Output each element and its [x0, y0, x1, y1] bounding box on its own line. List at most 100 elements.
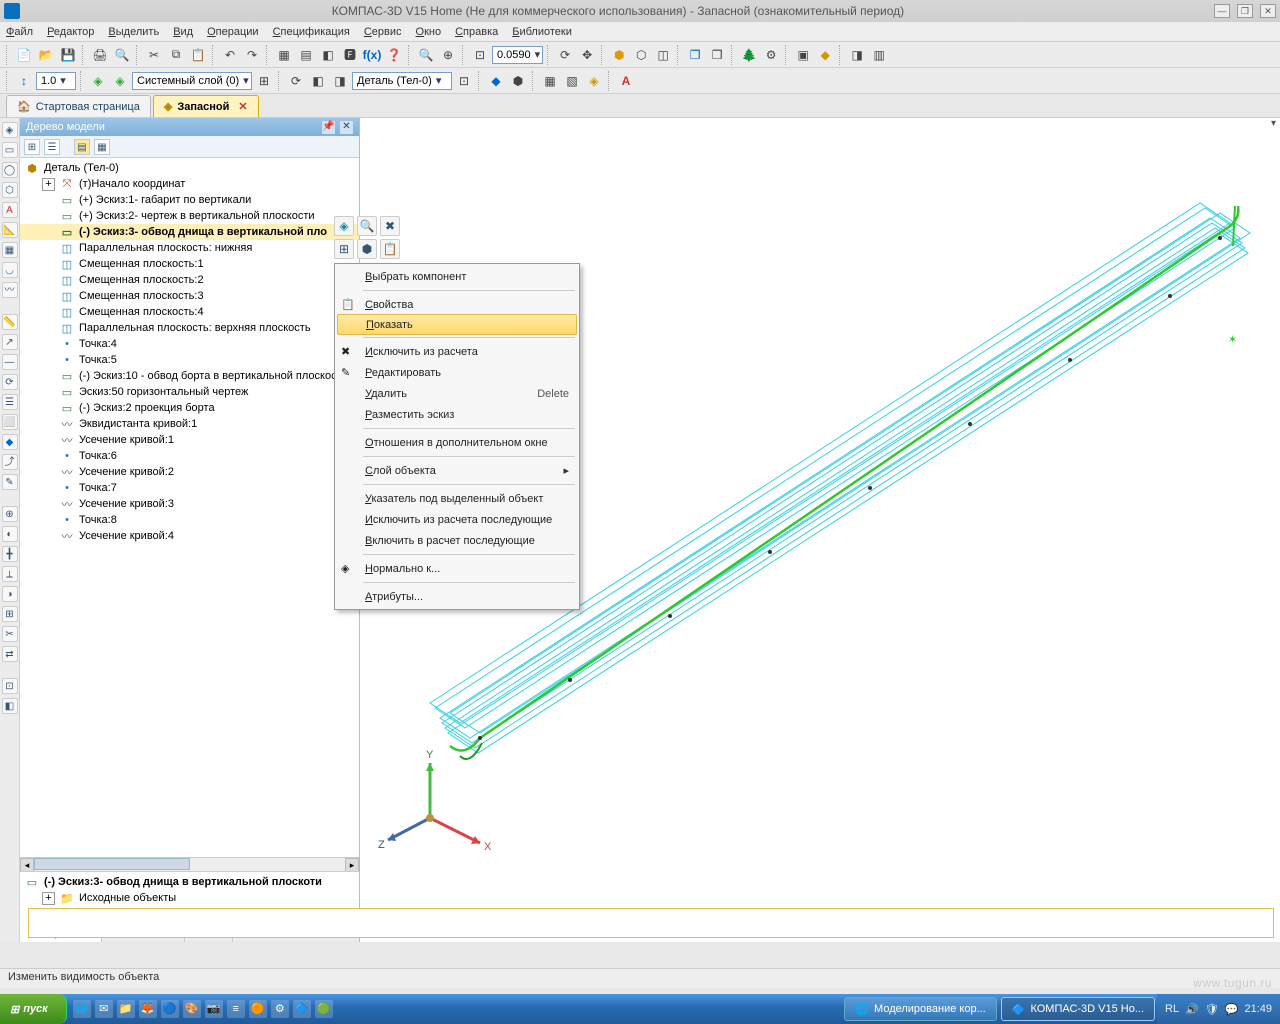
rail-tool-icon[interactable]: ⬜: [2, 414, 18, 430]
ql-icon[interactable]: 🔵: [161, 1000, 179, 1018]
tree-root[interactable]: ⬢Деталь (Тел-0): [20, 160, 359, 176]
zoom-fit-icon[interactable]: ⊡: [470, 45, 490, 65]
tool-icon[interactable]: ▤: [296, 45, 316, 65]
tray-icon[interactable]: 🔊: [1185, 1003, 1199, 1016]
context-menu-item[interactable]: Атрибуты...: [335, 586, 579, 607]
context-menu-item[interactable]: 📋Свойства: [335, 294, 579, 315]
context-menu-item[interactable]: Включить в расчет последующие: [335, 530, 579, 551]
rail-tool-icon[interactable]: 〰: [2, 282, 18, 298]
document-tab[interactable]: 🏠Стартовая страница: [6, 95, 151, 117]
pin-icon[interactable]: 📌: [322, 121, 335, 134]
rail-tool-icon[interactable]: 📐: [2, 222, 18, 238]
mini-tool-icon[interactable]: ◈: [334, 216, 354, 236]
3d-icon[interactable]: ❒: [707, 45, 727, 65]
tree-selected-detail[interactable]: ▭(-) Эскиз:3- обвод днища в вертикальной…: [20, 874, 359, 890]
rotate-icon[interactable]: ⟳: [555, 45, 575, 65]
tree-item[interactable]: 〰Эквидистанта кривой:1: [20, 416, 359, 432]
copy-icon[interactable]: ⧉: [166, 45, 186, 65]
tree-toolbar-icon[interactable]: ▦: [94, 139, 110, 155]
3d-icon[interactable]: ❒: [685, 45, 705, 65]
rail-tool-icon[interactable]: ⤴: [2, 454, 18, 470]
rail-tool-icon[interactable]: ◑: [2, 586, 18, 602]
ql-icon[interactable]: ⚙: [271, 1000, 289, 1018]
rail-tool-icon[interactable]: ◡: [2, 262, 18, 278]
context-menu-item[interactable]: УдалитьDelete: [335, 383, 579, 404]
layer-mgr-icon[interactable]: ⊞: [254, 71, 274, 91]
preview-icon[interactable]: 🔍: [112, 45, 132, 65]
expand-icon[interactable]: +: [42, 892, 55, 905]
close-button[interactable]: ✕: [1260, 4, 1276, 18]
maximize-button[interactable]: ❐: [1237, 4, 1253, 18]
rail-tool-icon[interactable]: ◧: [2, 698, 18, 714]
menu-item[interactable]: Справка: [455, 26, 498, 38]
rail-tool-icon[interactable]: ⟂: [2, 566, 18, 582]
tool-icon[interactable]: ◧: [308, 71, 328, 91]
mini-tool-icon[interactable]: 📋: [380, 239, 400, 259]
tray-clock[interactable]: 21:49: [1244, 1003, 1272, 1015]
menu-item[interactable]: Файл: [6, 26, 33, 38]
mini-tool-icon[interactable]: 🔍: [357, 216, 377, 236]
layer-dropdown[interactable]: Системный слой (0): [132, 72, 252, 90]
menu-item[interactable]: Сервис: [364, 26, 402, 38]
tree-item[interactable]: ◫Смещенная плоскость:4: [20, 304, 359, 320]
context-menu-item[interactable]: Указатель под выделенный объект: [335, 488, 579, 509]
tree-item[interactable]: •Точка:4: [20, 336, 359, 352]
tray-icon[interactable]: 💬: [1225, 1003, 1239, 1016]
ql-icon[interactable]: 📷: [205, 1000, 223, 1018]
context-menu-item[interactable]: Выбрать компонент: [335, 266, 579, 287]
scroll-right-icon[interactable]: ▸: [345, 858, 359, 872]
tree-item[interactable]: ◫Параллельная плоскость: верхняя плоскос…: [20, 320, 359, 336]
close-tab-icon[interactable]: ✕: [238, 100, 247, 113]
rail-tool-icon[interactable]: ✎: [2, 474, 18, 490]
scale-dropdown[interactable]: 1.0: [36, 72, 76, 90]
tool-icon[interactable]: ◧: [318, 45, 338, 65]
menu-item[interactable]: Библиотеки: [512, 26, 572, 38]
help-icon[interactable]: ❓: [384, 45, 404, 65]
rail-tool-icon[interactable]: ⟳: [2, 374, 18, 390]
scroll-track[interactable]: [34, 858, 345, 871]
rail-tool-icon[interactable]: ◈: [2, 122, 18, 138]
tree-item[interactable]: ▭(-) Эскиз:2 проекция борта: [20, 400, 359, 416]
ql-icon[interactable]: 🟢: [315, 1000, 333, 1018]
expand-icon[interactable]: +: [42, 178, 55, 191]
refresh-icon[interactable]: ⟳: [286, 71, 306, 91]
zoom-window-icon[interactable]: 🔍: [416, 45, 436, 65]
tree-item[interactable]: 〰Усечение кривой:4: [20, 528, 359, 544]
ql-icon[interactable]: 📁: [117, 1000, 135, 1018]
start-button[interactable]: ⊞пуск: [0, 994, 67, 1024]
tree-toolbar-icon[interactable]: ☰: [44, 139, 60, 155]
tree-item[interactable]: •Точка:7: [20, 480, 359, 496]
rail-tool-icon[interactable]: —: [2, 354, 18, 370]
tree-icon[interactable]: 🌲: [739, 45, 759, 65]
redo-icon[interactable]: ↷: [242, 45, 262, 65]
menu-item[interactable]: Окно: [416, 26, 442, 38]
context-menu-item[interactable]: Показать: [337, 314, 577, 335]
tray-icon[interactable]: 🛡: [1205, 1003, 1219, 1016]
rail-tool-icon[interactable]: ◆: [2, 434, 18, 450]
view-icon[interactable]: ⬢: [609, 45, 629, 65]
context-menu-item[interactable]: Разместить эскиз: [335, 404, 579, 425]
undo-icon[interactable]: ↶: [220, 45, 240, 65]
tree-item[interactable]: ▭(+) Эскиз:2- чертеж в вертикальной плос…: [20, 208, 359, 224]
cut-icon[interactable]: ✂: [144, 45, 164, 65]
tree-item[interactable]: ▭(-) Эскиз:3- обвод днища в вертикальной…: [20, 224, 359, 240]
ql-icon[interactable]: 🔷: [293, 1000, 311, 1018]
ql-icon[interactable]: 🦊: [139, 1000, 157, 1018]
menu-item[interactable]: Операции: [207, 26, 258, 38]
tree-item[interactable]: ▭(-) Эскиз:10 - обвод борта в вертикальн…: [20, 368, 359, 384]
paste-icon[interactable]: 📋: [188, 45, 208, 65]
scroll-thumb[interactable]: [34, 858, 190, 870]
rail-tool-icon[interactable]: ☰: [2, 394, 18, 410]
tree-item[interactable]: ◫Смещенная плоскость:1: [20, 256, 359, 272]
tree-body[interactable]: ⬢Деталь (Тел-0)+⤧(т)Начало координат▭(+)…: [20, 158, 359, 857]
mini-tool-icon[interactable]: ⬢: [357, 239, 377, 259]
mini-tool-icon[interactable]: ⊞: [334, 239, 354, 259]
view-icon[interactable]: ◫: [653, 45, 673, 65]
new-icon[interactable]: 📄: [14, 45, 34, 65]
rail-tool-icon[interactable]: ⇄: [2, 646, 18, 662]
tool-icon[interactable]: ▦: [274, 45, 294, 65]
rail-tool-icon[interactable]: ✂: [2, 626, 18, 642]
assembly-icon[interactable]: ▣: [793, 45, 813, 65]
save-icon[interactable]: 💾: [58, 45, 78, 65]
rail-tool-icon[interactable]: ╋: [2, 546, 18, 562]
